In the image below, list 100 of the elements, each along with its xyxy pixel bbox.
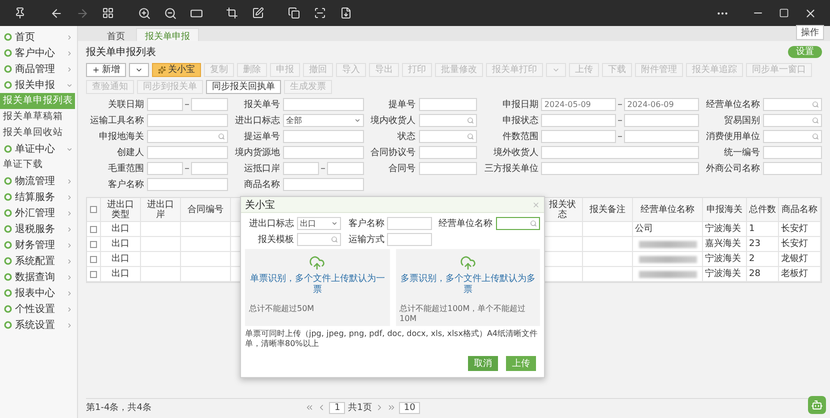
sidebar-item[interactable]: 系统设置 — [0, 317, 77, 333]
input-field[interactable] — [387, 217, 432, 230]
input-field[interactable] — [147, 98, 184, 111]
search-field[interactable] — [297, 233, 342, 246]
tab[interactable]: 报关单申报 — [136, 28, 199, 41]
search-field[interactable] — [763, 98, 822, 111]
sidebar-item[interactable]: 数据查询 — [0, 269, 77, 285]
page-size-select[interactable]: 10 — [398, 402, 420, 414]
input-field[interactable] — [147, 146, 228, 159]
search-icon — [530, 220, 537, 227]
filter-label: 申报状态 — [501, 114, 538, 127]
column-header: 经营单位名称 — [633, 198, 703, 221]
sparkle-icon — [158, 66, 166, 74]
input-field[interactable] — [282, 146, 364, 159]
upload-note: 总计不能超过50M — [249, 303, 316, 314]
search-field[interactable] — [418, 114, 478, 127]
dropdown-button[interactable] — [129, 63, 149, 77]
last-page-icon[interactable] — [386, 403, 396, 412]
upload-area[interactable]: 单票识别，多个文件上传默认为一票 总计不能超过50M — [245, 249, 390, 326]
add-button[interactable]: 新增 — [86, 63, 126, 77]
sidebar-item[interactable]: 单证中心 — [0, 141, 77, 157]
search-field[interactable] — [496, 217, 540, 230]
input-field[interactable] — [418, 98, 478, 111]
sidebar-item[interactable]: 物流管理 — [0, 173, 77, 189]
filter-label: 报关单号 — [242, 98, 280, 111]
filter-label: 商品名称 — [242, 178, 280, 191]
checkbox[interactable] — [90, 256, 97, 262]
input-field[interactable] — [282, 130, 364, 143]
toolbar-button[interactable]: 同步报关回执单 — [206, 80, 281, 94]
filter-label: 运输工具名称 — [89, 114, 144, 127]
chevron-icon — [66, 274, 73, 280]
chevron-icon — [66, 226, 73, 232]
search-field[interactable] — [147, 130, 228, 143]
upload-area[interactable]: 多票识别，多个文件上传默认为多票 总计不能超过100M，单个不能超过10M — [396, 249, 540, 326]
sidebar-item[interactable]: 报关申报 — [0, 77, 77, 93]
input-field[interactable] — [147, 162, 184, 175]
select-field[interactable]: 全部 — [282, 114, 364, 127]
checkbox[interactable] — [90, 206, 97, 213]
input-field[interactable] — [541, 130, 616, 143]
checkbox[interactable] — [90, 240, 97, 248]
checkbox[interactable] — [90, 226, 97, 232]
input-field[interactable] — [418, 146, 478, 159]
input-field[interactable] — [191, 162, 228, 175]
search-icon — [812, 117, 819, 124]
action-button[interactable]: 操作 — [796, 25, 824, 40]
chevron-icon — [66, 178, 73, 184]
column-header: 合同编号 — [181, 198, 231, 221]
input-field[interactable] — [541, 114, 616, 127]
column-header: 进出口岸 — [141, 198, 181, 221]
checkbox[interactable] — [90, 270, 97, 278]
filter-label: 贸易国别 — [723, 114, 760, 127]
sidebar-item[interactable]: 财务管理 — [0, 237, 77, 253]
sidebar-item[interactable]: 商品管理 — [0, 61, 77, 77]
chevron-icon — [66, 290, 73, 296]
input-field[interactable] — [418, 162, 478, 175]
sidebar-item[interactable]: 个性设置 — [0, 301, 77, 317]
assistant-icon[interactable] — [808, 396, 826, 414]
table-cell: 长安灯 — [781, 239, 808, 249]
input-field[interactable] — [147, 114, 228, 127]
sidebar-item[interactable]: 外汇管理 — [0, 205, 77, 221]
input-field[interactable] — [282, 98, 364, 111]
table-cell: 出口 — [101, 267, 141, 281]
sidebar-item[interactable]: 结算服务 — [0, 189, 77, 205]
input-field[interactable] — [763, 162, 822, 175]
first-page-icon[interactable] — [305, 403, 314, 412]
select-field[interactable]: 出口 — [297, 217, 342, 230]
input-field[interactable] — [541, 146, 700, 159]
filter-label: 件数范围 — [501, 130, 538, 143]
input-field[interactable] — [282, 162, 320, 175]
input-field[interactable] — [191, 98, 228, 111]
input-field[interactable] — [147, 178, 228, 191]
chevron-icon — [66, 306, 73, 312]
sidebar-subitem[interactable]: 报关单草稿箱 — [0, 109, 77, 125]
sidebar-subitem[interactable]: 报关单回收站 — [0, 125, 77, 141]
table-cell: 出口 — [101, 237, 141, 251]
input-field[interactable] — [387, 233, 432, 246]
assistant-button[interactable]: 关小宝 — [152, 63, 201, 77]
sidebar-item[interactable]: 系统配置 — [0, 253, 77, 269]
input-field[interactable] — [624, 114, 700, 127]
tab[interactable]: 首页 — [98, 28, 134, 41]
filter-label: 提单号 — [388, 98, 416, 111]
sidebar-item[interactable]: 客户中心 — [0, 45, 77, 61]
filter-label: 提运单号 — [242, 130, 280, 143]
search-field[interactable] — [763, 130, 822, 143]
input-field[interactable] — [327, 162, 364, 175]
sidebar-item[interactable]: 报表中心 — [0, 285, 77, 301]
search-field[interactable] — [418, 130, 478, 143]
input-field[interactable] — [282, 178, 364, 191]
page-input[interactable]: 1 — [329, 402, 346, 414]
search-field[interactable] — [763, 114, 822, 127]
input-field[interactable]: 2024-05-09 — [541, 98, 616, 111]
input-field[interactable] — [541, 162, 700, 175]
sidebar-item[interactable]: 首页 — [0, 29, 77, 45]
input-field[interactable] — [763, 146, 822, 159]
input-field[interactable] — [624, 130, 700, 143]
sidebar-subitem[interactable]: 单证下载 — [0, 157, 77, 173]
filter-label: 进出口标志 — [234, 114, 280, 127]
chevron-icon — [66, 66, 73, 72]
sidebar-item[interactable]: 退税服务 — [0, 221, 77, 237]
input-field[interactable]: 2024-06-09 — [624, 98, 700, 111]
